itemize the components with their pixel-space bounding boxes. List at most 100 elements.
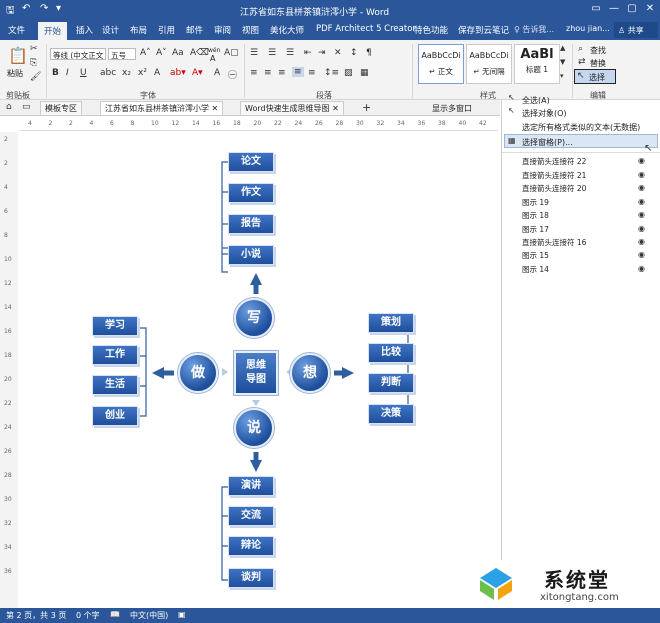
bullets-icon[interactable]: ☰ xyxy=(250,48,258,58)
mindmap-node-right-1[interactable]: 策划 xyxy=(368,313,414,333)
eye-icon[interactable]: ◉ xyxy=(638,250,645,259)
mindmap-node-right-3[interactable]: 判断 xyxy=(368,373,414,393)
sort-icon[interactable]: ↕ xyxy=(350,48,358,58)
style-heading-1[interactable]: AaBl 标题 1 xyxy=(514,44,560,84)
underline-icon[interactable]: U xyxy=(80,68,87,78)
italic-icon[interactable]: I xyxy=(66,68,69,78)
justify-icon[interactable]: ≡ xyxy=(292,67,304,77)
language-indicator[interactable]: 中文(中国) xyxy=(130,610,168,621)
mindmap-branch-write[interactable]: 写 xyxy=(234,298,274,338)
clear-format-icon[interactable]: A⌫ xyxy=(190,48,209,58)
char-border-icon[interactable]: A▢ xyxy=(224,48,239,58)
phonetic-guide-label[interactable]: wén xyxy=(208,47,220,54)
cut-icon[interactable]: ✂ xyxy=(30,44,38,54)
eye-icon[interactable]: ◉ xyxy=(638,197,645,206)
paste-icon[interactable]: 📋 xyxy=(8,46,28,65)
new-tab-icon[interactable]: + xyxy=(362,101,371,114)
align-left-icon[interactable]: ≡ xyxy=(250,68,258,78)
tab-references[interactable]: 引用 xyxy=(158,24,175,36)
mindmap-node-top-2[interactable]: 作文 xyxy=(228,183,274,203)
style-no-spacing[interactable]: AaBbCcDi ↵ 无间隔 xyxy=(466,44,512,84)
mindmap-branch-speak[interactable]: 说 xyxy=(234,408,274,448)
eye-icon[interactable]: ◉ xyxy=(638,264,645,273)
tab-mailings[interactable]: 邮件 xyxy=(186,24,203,36)
doc-tab-template[interactable]: 模板专区 xyxy=(40,101,82,115)
customize-icon[interactable]: ▾ xyxy=(56,3,61,14)
replace-icon[interactable]: ⇄ xyxy=(578,57,586,67)
strikethrough-icon[interactable]: abc xyxy=(100,68,116,78)
mindmap-node-left-2[interactable]: 工作 xyxy=(92,345,138,365)
styles-scroll-up-icon[interactable]: ▲ xyxy=(560,44,565,52)
mindmap-node-bottom-1[interactable]: 演讲 xyxy=(228,476,274,496)
select-button[interactable]: ↖ 选择 xyxy=(574,69,616,84)
save-icon[interactable]: 🖫 xyxy=(6,3,15,20)
font-name-combo[interactable]: 等线 (中文正文 xyxy=(50,48,106,60)
menu-select-all[interactable]: 全选(A) xyxy=(522,95,550,106)
find-icon[interactable]: ⌕ xyxy=(578,44,583,54)
enclose-char-icon[interactable]: ㊀ xyxy=(228,68,237,81)
close-tab-icon[interactable]: ✕ xyxy=(212,104,219,113)
mindmap-center-node[interactable]: 思维 导图 xyxy=(234,351,278,395)
numbering-icon[interactable]: ☰ xyxy=(268,48,276,58)
mindmap-node-top-1[interactable]: 论文 xyxy=(228,152,274,172)
tab-insert[interactable]: 插入 xyxy=(76,24,93,36)
align-center-icon[interactable]: ≡ xyxy=(264,68,272,78)
multilevel-icon[interactable]: ☰ xyxy=(286,48,294,58)
menu-select-similar[interactable]: 选定所有格式类似的文本(无数据) xyxy=(522,122,640,133)
bold-icon[interactable]: B xyxy=(52,68,59,78)
minimize-button[interactable]: — xyxy=(606,2,622,16)
document-canvas[interactable]: 论文 作文 报告 小说 学习 工作 生活 创业 策划 比较 判断 决策 演讲 交… xyxy=(20,132,498,608)
replace-button[interactable]: 替换 xyxy=(590,58,606,69)
format-painter-icon[interactable]: 🖌 xyxy=(30,72,41,82)
mindmap-node-top-4[interactable]: 小说 xyxy=(228,245,274,265)
selection-list-item[interactable]: 直接箭头连接符 22 xyxy=(522,156,586,167)
eye-icon[interactable]: ◉ xyxy=(638,237,645,246)
selection-list-item[interactable]: 图示 18 xyxy=(522,210,549,221)
proofing-icon[interactable]: 📖 xyxy=(110,610,120,619)
eye-icon[interactable]: ◉ xyxy=(638,170,645,179)
eye-icon[interactable]: ◉ xyxy=(638,210,645,219)
styles-more-icon[interactable]: ▾ xyxy=(560,72,564,80)
selection-list-item[interactable]: 图示 14 xyxy=(522,264,549,275)
horizontal-ruler[interactable]: 4 2 2 4 6 8 10 12 14 16 18 20 22 24 26 28 30 32 34 36 38 40 42 xyxy=(20,119,498,131)
selection-list-item[interactable]: 直接箭头连接符 21 xyxy=(522,170,586,181)
mindmap-node-right-4[interactable]: 决策 xyxy=(368,404,414,424)
grow-font-icon[interactable]: A˄ xyxy=(140,48,151,58)
share-button[interactable]: ♙ 共享 xyxy=(614,22,658,38)
home-icon[interactable]: ⌂ xyxy=(6,102,12,112)
tab-home[interactable]: 开始 xyxy=(38,22,68,40)
mindmap-node-bottom-3[interactable]: 辩论 xyxy=(228,536,274,556)
styles-scroll-down-icon[interactable]: ▼ xyxy=(560,58,565,66)
user-account[interactable]: zhou jian... xyxy=(566,24,610,33)
selection-list-item[interactable]: 图示 17 xyxy=(522,224,549,235)
folder-icon[interactable]: ▭ xyxy=(22,102,31,112)
selection-list-item[interactable]: 直接箭头连接符 20 xyxy=(522,183,586,194)
multi-window-button[interactable]: 显示多窗口 xyxy=(432,103,472,114)
mindmap-node-bottom-2[interactable]: 交流 xyxy=(228,506,274,526)
superscript-icon[interactable]: x² xyxy=(138,68,147,78)
line-spacing-icon[interactable]: ↕≡ xyxy=(324,68,339,78)
eye-icon[interactable]: ◉ xyxy=(638,156,645,165)
mindmap-node-left-1[interactable]: 学习 xyxy=(92,316,138,336)
align-right-icon[interactable]: ≡ xyxy=(278,68,286,78)
eye-icon[interactable]: ◉ xyxy=(638,183,645,192)
tab-review[interactable]: 审阅 xyxy=(214,24,231,36)
macro-icon[interactable]: ▣ xyxy=(178,610,186,619)
font-size-combo[interactable]: 五号 xyxy=(108,48,136,60)
selection-list-item[interactable]: 图示 15 xyxy=(522,250,549,261)
doc-tab-current[interactable]: 江苏省如东县栟茶镇浒澪小学 ✕ xyxy=(100,101,224,115)
find-button[interactable]: 查找 xyxy=(590,45,606,56)
ribbon-options-icon[interactable]: ▭ xyxy=(588,2,604,16)
distributed-icon[interactable]: ≡ xyxy=(308,68,316,78)
show-marks-icon[interactable]: ¶ xyxy=(366,48,372,58)
tab-cloud-note[interactable]: 保存到云笔记 xyxy=(458,24,509,36)
decrease-indent-icon[interactable]: ⇤ xyxy=(304,48,312,58)
doc-tab-mindmap[interactable]: Word快速生成思维导图 ✕ xyxy=(240,101,344,115)
increase-indent-icon[interactable]: ⇥ xyxy=(318,48,326,58)
paste-button[interactable]: 粘贴 xyxy=(7,68,23,79)
tab-view[interactable]: 视图 xyxy=(242,24,259,36)
redo-icon[interactable]: ↷ xyxy=(40,3,48,14)
close-tab-icon[interactable]: ✕ xyxy=(332,104,339,113)
change-case-icon[interactable]: Aa xyxy=(172,48,184,58)
style-normal[interactable]: AaBbCcDi ↵ 正文 xyxy=(418,44,464,84)
